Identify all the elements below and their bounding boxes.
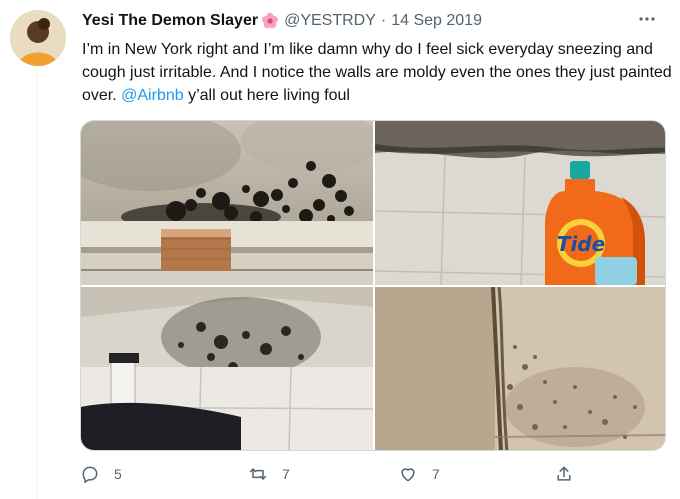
tweet-text: I’m in New York right and I’m like damn … — [82, 38, 672, 107]
tweet-actions: 5 7 7 — [80, 464, 590, 492]
retweet-count: 7 — [282, 466, 290, 482]
tweet-date[interactable]: 14 Sep 2019 — [391, 12, 482, 30]
thread-line — [36, 60, 37, 499]
tweet-header: Yesi The Demon Slayer @YESTRDY · 14 Sep … — [82, 10, 660, 32]
avatar[interactable] — [10, 10, 66, 66]
avatar-image — [10, 10, 66, 66]
reply-icon — [82, 466, 98, 484]
retweet-action[interactable]: 7 — [248, 464, 290, 484]
flower-emoji-icon — [261, 12, 279, 30]
reply-action[interactable]: 5 — [80, 464, 122, 484]
header-separator: · — [380, 12, 387, 29]
more-horizontal-icon[interactable] — [638, 10, 656, 33]
moldy-wall-seam-photo[interactable] — [375, 287, 665, 450]
reply-count: 5 — [114, 466, 122, 482]
heart-icon — [401, 468, 415, 482]
like-action[interactable]: 7 — [398, 464, 440, 484]
media-grid[interactable]: Tide — [80, 120, 666, 451]
retweet-icon — [249, 468, 267, 480]
share-action[interactable] — [554, 464, 588, 484]
moldy-wall-corner-photo[interactable] — [81, 287, 373, 450]
like-count: 7 — [432, 466, 440, 482]
detergent-bottle-photo[interactable]: Tide — [375, 121, 665, 285]
share-icon — [557, 466, 571, 481]
tweet-text-after: y’all out here living foul — [183, 87, 350, 104]
author-handle[interactable]: @YESTRDY — [284, 12, 376, 30]
svg-text:Tide: Tide — [557, 232, 605, 256]
author-name[interactable]: Yesi The Demon Slayer — [82, 12, 258, 30]
moldy-ceiling-photo[interactable] — [81, 121, 373, 285]
mention-link[interactable]: @Airbnb — [121, 87, 184, 104]
